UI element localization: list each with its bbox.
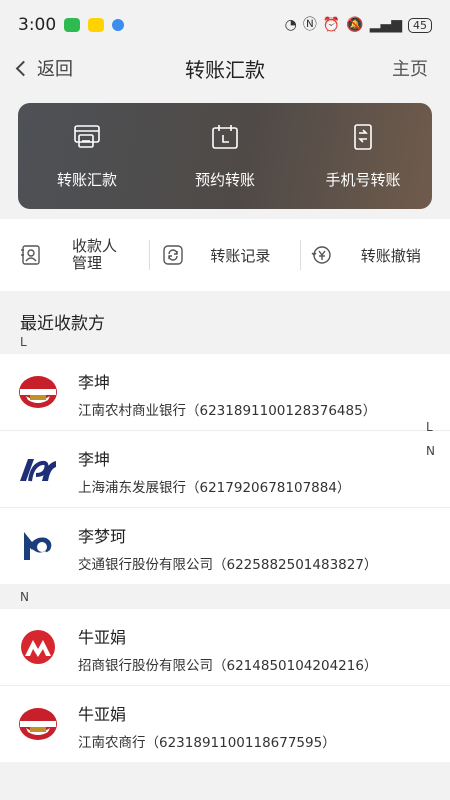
refresh-record-icon bbox=[163, 245, 184, 265]
payee-name: 李梦珂 bbox=[78, 527, 127, 546]
payee-name: 李坤 bbox=[78, 373, 111, 392]
status-time: 3:00 bbox=[18, 15, 57, 35]
alarm-icon: ⏰ bbox=[322, 17, 341, 33]
payee-management-button[interactable]: 收款人 管理 bbox=[0, 219, 149, 291]
payee-row[interactable]: 李梦珂 交通银行股份有限公司（6225882501483827） bbox=[0, 508, 450, 584]
jiangnan-bank-logo bbox=[19, 376, 57, 408]
payee-account: 江南农村商业银行（6231891100128376485） bbox=[78, 403, 377, 419]
spdb-logo bbox=[20, 459, 56, 482]
home-button[interactable]: 主页 bbox=[392, 55, 428, 81]
hero-label: 手机号转账 bbox=[325, 170, 401, 189]
nfc-icon: Ⓝ bbox=[302, 17, 317, 33]
phone-transfer-button[interactable]: 手机号转账 bbox=[294, 103, 432, 209]
payee-name: 牛亚娟 bbox=[78, 705, 127, 724]
payee-card-icon bbox=[21, 245, 40, 265]
transfer-revoke-button[interactable]: 转账撤销 bbox=[301, 219, 450, 291]
battery-indicator: 45 bbox=[408, 17, 432, 33]
wechat-icon bbox=[64, 18, 81, 32]
hero-label: 预约转账 bbox=[194, 170, 255, 189]
index-letter-n[interactable]: N bbox=[426, 444, 435, 458]
bocom-logo bbox=[24, 532, 52, 560]
status-left: 3:00 bbox=[18, 15, 125, 35]
payee-account: 上海浦东发展银行（6217920678107884） bbox=[78, 480, 351, 496]
speed-icon: ◔ bbox=[284, 17, 297, 33]
label-line2: 管理 bbox=[72, 254, 103, 272]
phone-transfer-icon bbox=[354, 123, 372, 150]
scheduled-transfer-button[interactable]: 预约转账 bbox=[156, 103, 294, 209]
chevron-left-icon bbox=[15, 60, 32, 76]
payee-name: 牛亚娟 bbox=[78, 628, 127, 647]
calendar-icon bbox=[212, 124, 238, 149]
transfer-record-label: 转账记录 bbox=[210, 246, 271, 265]
transfer-revoke-label: 转账撤销 bbox=[360, 246, 421, 265]
group-letter: L bbox=[20, 335, 27, 349]
payee-account: 江南农商行（6231891100118677595） bbox=[78, 735, 336, 751]
payee-row[interactable]: 李坤 江南农村商业银行（6231891100128376485） bbox=[0, 354, 450, 430]
quick-actions: 收款人 管理 转账记录 转账撤销 bbox=[0, 219, 450, 291]
status-bar: 3:00 ◔ Ⓝ ⏰ 🔕 ▂▄▆ 45 bbox=[0, 0, 450, 50]
payee-account: 招商银行股份有限公司（6214850104204216） bbox=[78, 658, 378, 674]
cmb-logo bbox=[21, 630, 55, 664]
transfer-remit-button[interactable]: 转账汇款 bbox=[18, 103, 156, 209]
mute-icon: 🔕 bbox=[346, 17, 364, 33]
transfer-record-button[interactable]: 转账记录 bbox=[150, 219, 299, 291]
hero-label: 转账汇款 bbox=[56, 170, 117, 189]
group-letter: N bbox=[20, 590, 29, 604]
jiangnan-bank-logo bbox=[19, 708, 57, 740]
payee-management-label: 收款人 管理 bbox=[72, 238, 117, 272]
index-letter-l[interactable]: L bbox=[426, 420, 435, 434]
payee-row[interactable]: 牛亚娟 江南农商行（6231891100118677595） bbox=[0, 686, 450, 762]
payee-account: 交通银行股份有限公司（6225882501483827） bbox=[78, 557, 378, 573]
hero-card: 转账汇款 预约转账 手机号转账 bbox=[18, 103, 432, 209]
browser-icon bbox=[112, 19, 125, 31]
status-right: ◔ Ⓝ ⏰ 🔕 ▂▄▆ 45 bbox=[284, 17, 432, 33]
payee-row[interactable]: 牛亚娟 招商银行股份有限公司（6214850104204216） bbox=[0, 609, 450, 685]
payee-name: 李坤 bbox=[78, 450, 111, 469]
back-button[interactable]: 返回 bbox=[15, 55, 73, 81]
yuan-revoke-icon bbox=[311, 246, 331, 264]
alphabet-index: L N bbox=[426, 420, 435, 458]
nav-bar: 返回 转账汇款 主页 bbox=[0, 46, 450, 90]
payee-row[interactable]: 李坤 上海浦东发展银行（6217920678107884） bbox=[0, 431, 450, 507]
back-label: 返回 bbox=[37, 59, 73, 80]
meituan-icon bbox=[88, 18, 105, 32]
recent-payees-title: 最近收款方 bbox=[20, 314, 105, 334]
card-transfer-icon bbox=[74, 124, 100, 148]
signal-icon: ▂▄▆ bbox=[369, 17, 402, 33]
label-line1: 收款人 bbox=[72, 237, 118, 255]
